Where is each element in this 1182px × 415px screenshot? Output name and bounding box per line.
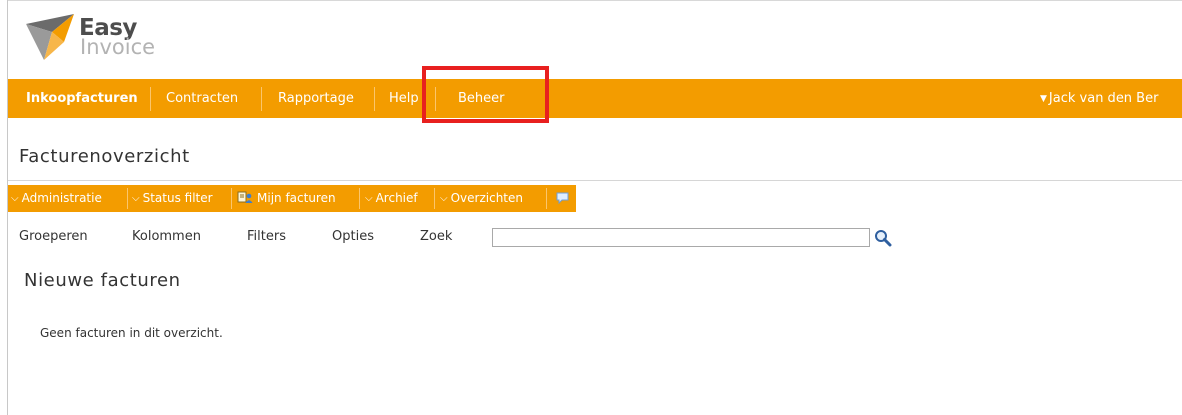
- logo-mark-icon: [26, 14, 74, 60]
- options-option[interactable]: Opties: [332, 229, 374, 244]
- toolbar-item-label: Mijn facturen: [257, 191, 336, 205]
- section-title: Nieuwe facturen: [24, 270, 181, 291]
- chevron-down-icon: ⌵: [11, 193, 19, 204]
- chevron-down-icon: ⌵: [365, 193, 373, 204]
- logo-text-invoice: Invoice: [80, 35, 156, 59]
- toolbar-mijn-facturen-button[interactable]: Mijn facturen: [237, 185, 336, 212]
- filters-option[interactable]: Filters: [247, 229, 286, 244]
- nav-separator: [374, 87, 375, 111]
- toolbar-item-label: Status filter: [142, 191, 213, 205]
- empty-state-message: Geen facturen in dit overzicht.: [40, 326, 223, 340]
- speech-bubble-icon[interactable]: [556, 192, 569, 204]
- nav-item-inkoopfacturen[interactable]: Inkoopfacturen: [26, 79, 138, 118]
- toolbar-item-label: Administratie: [21, 191, 102, 205]
- toolbar-status-filter-dropdown[interactable]: ⌵ Status filter: [132, 185, 213, 212]
- toolbar-item-label: Archief: [375, 191, 418, 205]
- nav-separator: [150, 87, 151, 111]
- toolbar-separator: [434, 188, 435, 209]
- nav-item-help[interactable]: Help: [389, 79, 419, 118]
- toolbar-separator: [359, 188, 360, 209]
- toolbar-administratie-dropdown[interactable]: ⌵ Administratie: [11, 185, 102, 212]
- toolbar-separator: [127, 188, 128, 209]
- search-label: Zoek: [420, 229, 453, 244]
- nav-separator: [435, 87, 436, 111]
- user-documents-icon: [237, 191, 253, 203]
- toolbar-separator: [546, 188, 547, 209]
- toolbar-item-label: Overzichten: [450, 191, 523, 205]
- nav-item-contracten[interactable]: Contracten: [166, 79, 238, 118]
- user-name: Jack van den Ber: [1048, 91, 1159, 106]
- nav-item-beheer[interactable]: Beheer: [458, 79, 505, 118]
- chevron-down-icon: ⌵: [440, 193, 448, 204]
- main-nav-bar: Inkoopfacturen Contracten Rapportage Hel…: [8, 79, 1182, 118]
- title-divider: [8, 180, 1182, 181]
- overview-toolbar: ⌵ Administratie ⌵ Status filter Mijn factu…: [8, 185, 576, 212]
- toolbar-overzichten-dropdown[interactable]: ⌵ Overzichten: [440, 185, 523, 212]
- magnifier-icon[interactable]: [874, 229, 892, 247]
- caret-down-icon: ▼: [1040, 94, 1047, 104]
- search-input[interactable]: [492, 228, 870, 247]
- chevron-down-icon: ⌵: [132, 193, 140, 204]
- page-title: Facturenoverzicht: [19, 146, 190, 167]
- columns-option[interactable]: Kolommen: [132, 229, 201, 244]
- nav-item-rapportage[interactable]: Rapportage: [278, 79, 354, 118]
- nav-separator: [546, 87, 547, 111]
- toolbar-archief-dropdown[interactable]: ⌵ Archief: [365, 185, 418, 212]
- group-option[interactable]: Groeperen: [19, 229, 88, 244]
- window-top-border: [7, 0, 1182, 1]
- nav-separator: [261, 87, 262, 111]
- user-menu[interactable]: ▼ Jack van den Ber: [1040, 79, 1158, 118]
- easy-invoice-logo[interactable]: Easy Invoice: [24, 12, 184, 62]
- toolbar-separator: [231, 188, 232, 209]
